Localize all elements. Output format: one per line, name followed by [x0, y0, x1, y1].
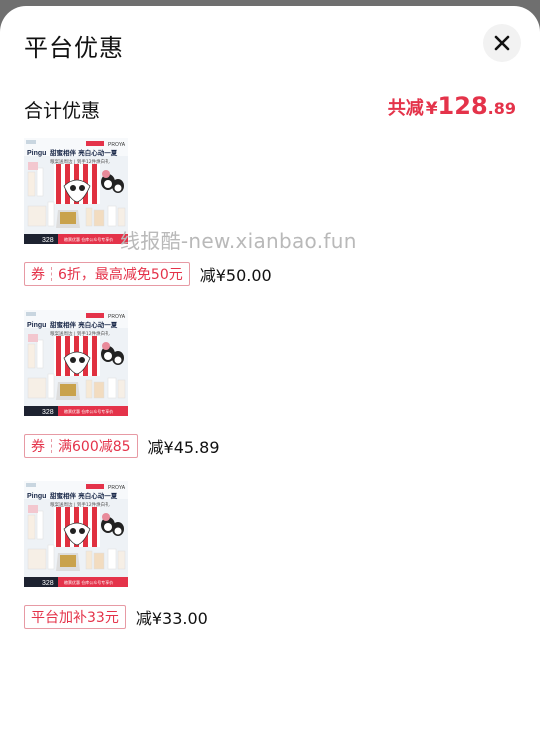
- headline-text: 甜蜜相伴 亮白心动一夏: [50, 320, 118, 329]
- product-image: PROYA Pingu 甜蜜相伴 亮白心动一夏 粮案送周边 | 到手12件焕白礼: [24, 481, 128, 587]
- summary-currency: ¥: [425, 99, 438, 119]
- discount-tag: 券 满600减85: [24, 434, 138, 458]
- summary-prefix: 共减: [387, 98, 424, 119]
- discount-amount: 减¥45.89: [147, 438, 220, 457]
- logo-text: PROYA: [108, 142, 126, 148]
- price-text: 328: [42, 409, 54, 416]
- platform-discount-sheet: 平台优惠 合计优惠 共减 ¥ 128 .89 PROYA Pingu 甜蜜相伴 …: [0, 6, 540, 746]
- close-button[interactable]: [483, 24, 521, 62]
- discount-item: PROYA Pingu 甜蜜相伴 亮白心动一夏 粮案送周边 | 到手12件焕白礼: [24, 481, 516, 631]
- footer-text: 粮票优惠 仓库公众号专享价: [64, 236, 113, 242]
- deal-row: 券 满600减85 减¥45.89: [24, 434, 220, 458]
- deal-row: 券 6折，最高减免50元 减¥50.00: [24, 262, 272, 286]
- brand-text: Pingu: [27, 493, 46, 500]
- tag-type: 券: [31, 267, 45, 283]
- price-text: 328: [42, 237, 54, 244]
- price-text: 328: [42, 580, 54, 587]
- logo-text: PROYA: [108, 485, 126, 491]
- subline-text: 粮案送周边 | 到手12件焕白礼: [50, 158, 110, 165]
- summary-total: 共减 ¥ 128 .89: [388, 92, 516, 120]
- discount-item: PROYA Pingu 甜蜜相伴 亮白心动一夏 粮案送周边 | 到手12件焕白礼: [24, 138, 516, 288]
- tag-text: 6折，最高减免50元: [58, 267, 183, 283]
- subline-text: 粮案送周边 | 到手12件焕白礼: [50, 501, 110, 508]
- close-icon: [494, 35, 510, 51]
- discount-amount: 减¥33.00: [135, 609, 208, 628]
- deal-row: 平台加补33元 减¥33.00: [24, 605, 208, 629]
- tag-type: 券: [31, 439, 45, 455]
- discount-item: PROYA Pingu 甜蜜相伴 亮白心动一夏 粮案送周边 | 到手12件焕白礼: [24, 310, 516, 460]
- tag-text: 平台加补33元: [31, 610, 119, 626]
- product-image: PROYA Pingu 甜蜜相伴 亮白心动一夏 粮案送周边 | 到手12件焕白礼: [24, 310, 128, 416]
- discount-tag: 券 6折，最高减免50元: [24, 262, 190, 286]
- discount-amount: 减¥50.00: [199, 266, 272, 285]
- summary-amount-int: 128: [437, 92, 488, 120]
- headline-text: 甜蜜相伴 亮白心动一夏: [50, 148, 118, 157]
- footer-text: 粮票优惠 仓库公众号专享价: [64, 579, 113, 585]
- summary-amount-dec: .89: [487, 99, 516, 118]
- tag-separator: [51, 267, 52, 281]
- subline-text: 粮案送周边 | 到手12件焕白礼: [50, 330, 110, 337]
- tag-text: 满600减85: [58, 439, 131, 455]
- summary-label: 合计优惠: [24, 100, 101, 122]
- sheet-title: 平台优惠: [24, 34, 124, 62]
- logo-text: PROYA: [108, 314, 126, 320]
- brand-text: Pingu: [27, 322, 46, 329]
- brand-text: Pingu: [27, 150, 46, 157]
- product-image: PROYA Pingu 甜蜜相伴 亮白心动一夏 粮案送周边 | 到手12件焕白礼: [24, 138, 128, 244]
- tag-separator: [51, 439, 52, 453]
- headline-text: 甜蜜相伴 亮白心动一夏: [50, 491, 118, 500]
- discount-tag: 平台加补33元: [24, 605, 126, 629]
- footer-text: 粮票优惠 仓库公众号专享价: [64, 408, 113, 414]
